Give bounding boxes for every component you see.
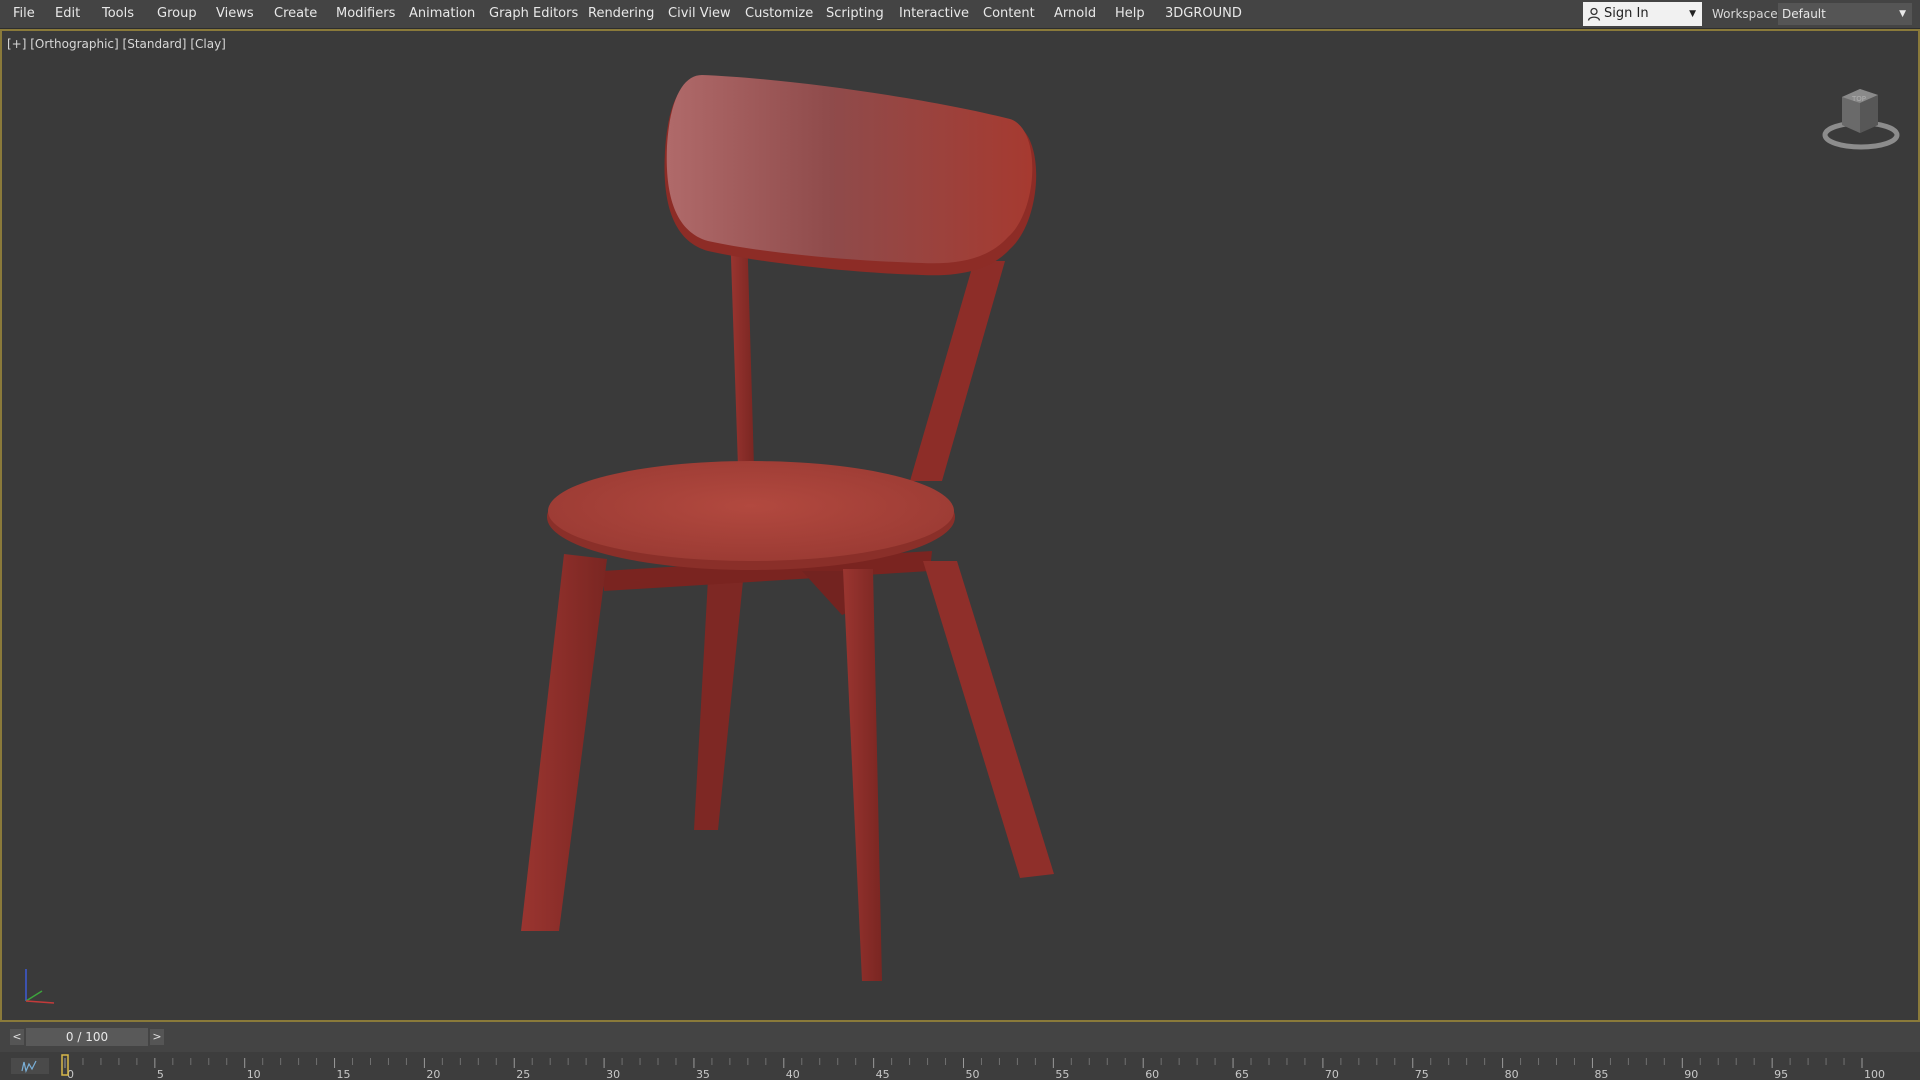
track-tick-label: 70	[1325, 1068, 1339, 1080]
menu-create[interactable]: Create	[274, 0, 317, 28]
chair-leg-rear	[694, 561, 745, 830]
chevron-down-icon: ▼	[1899, 9, 1906, 19]
track-bar-ruler: 0 5 10 15 20 25 30 35 40 45 50 55 60 65 70 75 80 85 90 95 10…	[61, 1054, 1885, 1080]
track-tick-label: 50	[966, 1068, 980, 1080]
chair-backrest	[666, 75, 1033, 264]
menu-help[interactable]: Help	[1115, 0, 1145, 28]
chair-leg-left	[521, 554, 607, 931]
workspaces-label: Workspaces:	[1712, 7, 1788, 21]
track-tick-label: 60	[1145, 1068, 1159, 1080]
track-tick-label: 15	[337, 1068, 351, 1080]
menu-file[interactable]: File	[13, 0, 35, 28]
menu-3dground[interactable]: 3DGROUND	[1165, 0, 1242, 28]
menu-tools[interactable]: Tools	[102, 0, 134, 28]
viewcube-icon[interactable]: TOP	[1820, 67, 1902, 157]
menu-views[interactable]: Views	[216, 0, 254, 28]
menu-arnold[interactable]: Arnold	[1054, 0, 1096, 28]
curve-editor-icon[interactable]	[10, 1056, 50, 1076]
menu-content[interactable]: Content	[983, 0, 1035, 28]
track-bar[interactable]: 0 5 10 15 20 25 30 35 40 45 50 55 60 65 70 75 80 85 90 95 10…	[0, 1052, 1920, 1080]
track-tick-label: 100	[1864, 1068, 1885, 1080]
axis-tripod-icon	[25, 969, 55, 1004]
track-tick-label: 20	[426, 1068, 440, 1080]
menu-civil-view[interactable]: Civil View	[668, 0, 731, 28]
previous-frame-button[interactable]: <	[10, 1029, 24, 1045]
track-tick-label: 5	[157, 1068, 164, 1080]
track-tick-label: 80	[1505, 1068, 1519, 1080]
track-tick-label: 25	[516, 1068, 530, 1080]
chair-leg-front	[843, 569, 882, 981]
sign-in-dropdown[interactable]: Sign In ▼	[1583, 2, 1702, 26]
menu-animation[interactable]: Animation	[409, 0, 475, 28]
menu-scripting[interactable]: Scripting	[826, 0, 884, 28]
viewcube-label: TOP	[1851, 95, 1866, 103]
workspaces-value: Default	[1782, 7, 1826, 21]
chair-back-post-right	[910, 261, 1005, 481]
track-tick-label: 85	[1594, 1068, 1608, 1080]
menu-rendering[interactable]: Rendering	[588, 0, 654, 28]
track-tick-label: 55	[1055, 1068, 1069, 1080]
track-tick-label: 95	[1774, 1068, 1788, 1080]
chair-model[interactable]	[2, 31, 1918, 1020]
viewport-orthographic[interactable]: [+] [Orthographic] [Standard] [Clay] TOP	[0, 29, 1920, 1022]
chair-seat	[548, 461, 954, 561]
menu-bar: File Edit Tools Group Views Create Modif…	[0, 0, 1920, 29]
track-tick-label: 75	[1415, 1068, 1429, 1080]
track-tick-label: 10	[247, 1068, 261, 1080]
track-tick-label: 90	[1684, 1068, 1698, 1080]
track-tick-label: 35	[696, 1068, 710, 1080]
menu-graph-editors[interactable]: Graph Editors	[489, 0, 578, 28]
track-tick-label: 65	[1235, 1068, 1249, 1080]
next-frame-button[interactable]: >	[150, 1029, 164, 1045]
chair-back-post-left	[730, 228, 754, 467]
chair-leg-right	[923, 561, 1054, 878]
time-slider-bar: < 0 / 100 >	[0, 1022, 1920, 1052]
menu-modifiers[interactable]: Modifiers	[336, 0, 395, 28]
time-slider[interactable]: 0 / 100	[26, 1028, 148, 1046]
track-tick-label: 45	[876, 1068, 890, 1080]
chevron-down-icon: ▼	[1689, 9, 1696, 19]
sign-in-label: Sign In	[1604, 6, 1649, 21]
menu-edit[interactable]: Edit	[55, 0, 80, 28]
track-tick-label: 40	[786, 1068, 800, 1080]
menu-interactive[interactable]: Interactive	[899, 0, 969, 28]
menu-customize[interactable]: Customize	[745, 0, 813, 28]
user-icon	[1587, 7, 1601, 21]
track-tick-label: 30	[606, 1068, 620, 1080]
menu-group[interactable]: Group	[157, 0, 197, 28]
workspaces-select[interactable]: Default ▼	[1778, 3, 1912, 25]
